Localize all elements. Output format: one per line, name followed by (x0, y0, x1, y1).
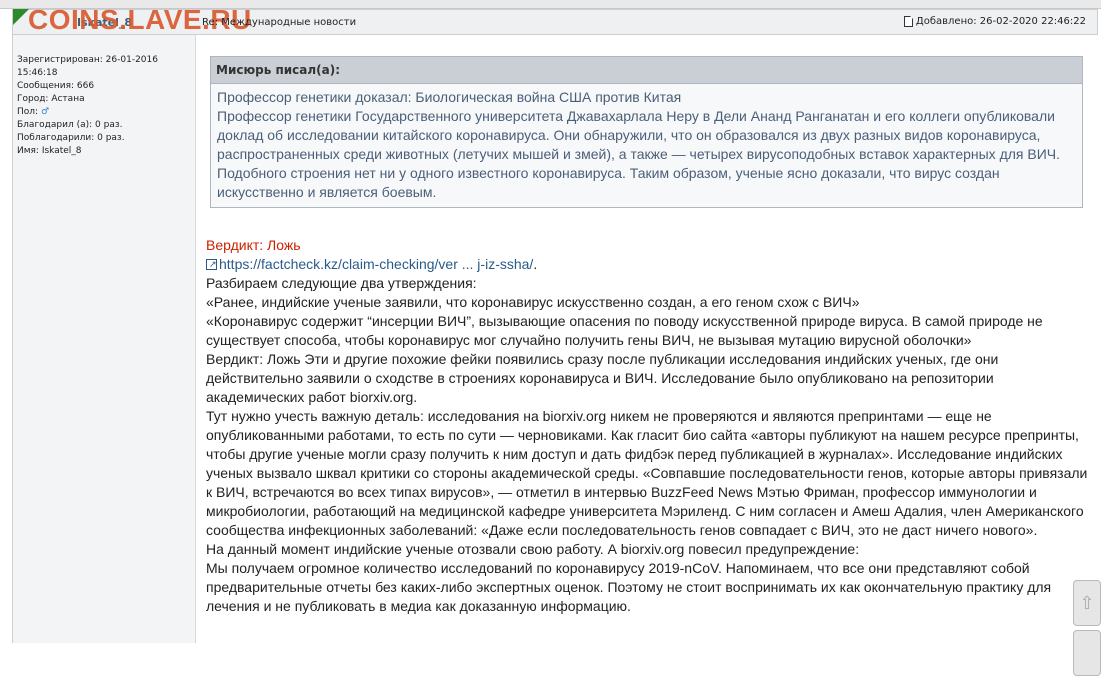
post-date-text: Добавлено: 26-02-2020 22:46:22 (915, 16, 1086, 27)
paragraph-4: Вердикт: Ложь Эти и другие похожие фейки… (206, 351, 999, 405)
quote-author: Мисюрь писал(а): (211, 57, 1082, 84)
user-city: Город: Астана (17, 94, 85, 104)
quote-text: Профессор генетики Государственного унив… (217, 108, 1061, 200)
user-gender: Пол: ♂ (17, 106, 187, 119)
post-body: Вердикт: Ложь https://factcheck.kz/claim… (206, 236, 1091, 616)
link-suffix: . (533, 256, 538, 272)
user-registered: Зарегистрирован: 26-01-2016 (17, 55, 158, 65)
user-messages: Сообщения: 666 (17, 81, 95, 91)
scroll-bottom-button[interactable] (1073, 630, 1101, 676)
paragraph-3: «Коронавирус содержит “инсерции ВИЧ”, вы… (206, 313, 1043, 348)
external-link-icon[interactable] (206, 255, 217, 274)
post-corner-marker (13, 9, 29, 25)
quote-title: Профессор генетики доказал: Биологическа… (217, 89, 682, 105)
post-date: Добавлено: 26-02-2020 22:46:22 (903, 16, 1086, 27)
user-thanked: Благодарил (а): 0 раз. (17, 120, 123, 130)
paragraph-2: «Ранее, индийские ученые заявили, что ко… (206, 294, 860, 310)
paragraph-1: Разбираем следующие два утверждения: (206, 275, 477, 291)
quote-block: Мисюрь писал(а): Профессор генетики дока… (210, 56, 1083, 208)
document-icon[interactable] (903, 16, 913, 27)
source-link[interactable]: https://factcheck.kz/claim-checking/ver … (219, 256, 533, 272)
user-registered-time: 15:46:18 (17, 68, 58, 78)
paragraph-6: На данный момент индийские ученые отозва… (206, 541, 860, 557)
user-thanked-by: Поблагодарили: 0 раз. (17, 133, 125, 143)
verdict-heading: Вердикт: Ложь (206, 237, 301, 253)
paragraph-5: Тут нужно учесть важную деталь: исследов… (206, 408, 1088, 538)
user-name: Имя: Iskatel_8 (17, 146, 82, 156)
quote-body: Профессор генетики доказал: Биологическа… (211, 84, 1082, 202)
source-link-row: https://factcheck.kz/claim-checking/ver … (206, 255, 1091, 274)
user-gender-label: Пол: (17, 107, 39, 117)
user-info: Зарегистрирован: 26-01-2016 15:46:18 Соо… (17, 54, 187, 158)
paragraph-7: Мы получаем огромное количество исследов… (206, 560, 1052, 614)
arrow-up-icon: ⇧ (1079, 592, 1095, 614)
scroll-top-button[interactable]: ⇧ (1073, 580, 1101, 626)
post-subject[interactable]: Re: Международные новости (202, 17, 356, 28)
male-icon: ♂ (40, 107, 50, 117)
